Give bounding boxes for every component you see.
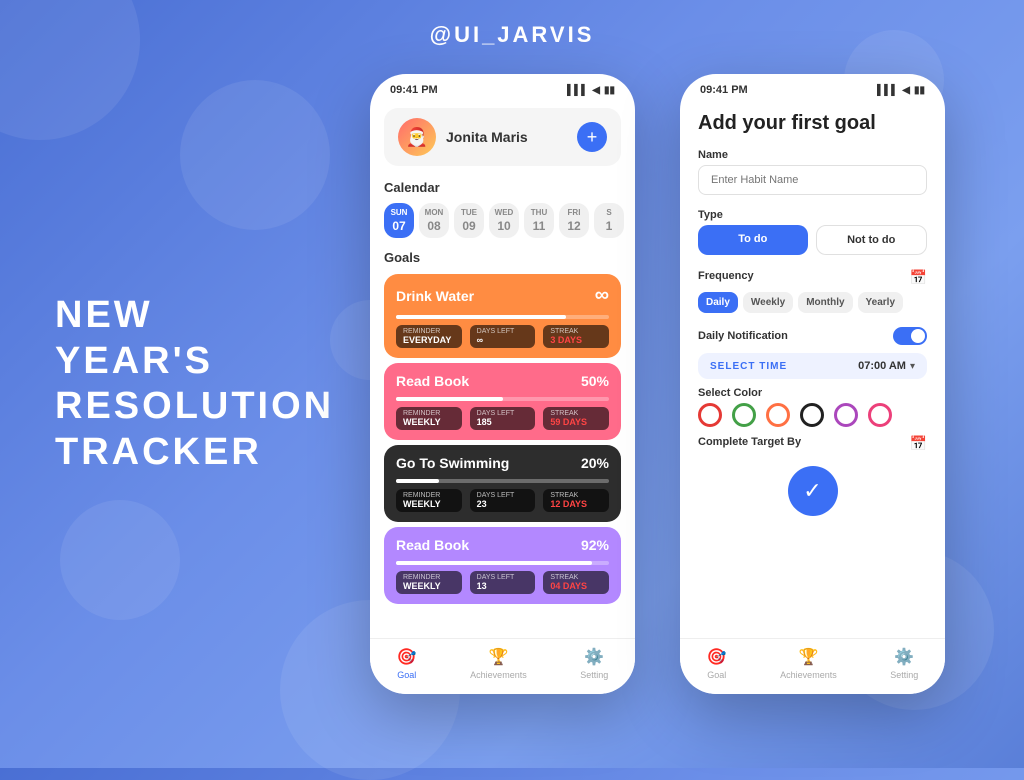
goal-value-0: ∞ <box>595 284 609 307</box>
submit-button[interactable]: ✓ <box>788 466 838 516</box>
color-orange[interactable] <box>766 403 790 427</box>
goal-title-1: Read Book <box>396 373 469 389</box>
status-icons-left: ▌▌▌◀▮▮ <box>567 85 615 96</box>
cal-day-6[interactable]: S 1 <box>594 203 624 238</box>
goal-meta-reminder-0: REMINDER EVERYDAY <box>396 325 462 348</box>
status-bar-left: 09:41 PM ▌▌▌◀▮▮ <box>370 74 635 100</box>
type-section: Type To do Not to do <box>680 205 945 259</box>
color-black[interactable] <box>800 403 824 427</box>
target-section: Complete Target By 📅 <box>680 431 945 456</box>
goal-meta-streak-2: STREAK 12 DAYS <box>543 489 609 512</box>
color-red[interactable] <box>698 403 722 427</box>
name-section: Name <box>680 145 945 199</box>
goal-meta-days-2: DAYS LEFT 23 <box>470 489 536 512</box>
chevron-down-icon: ▾ <box>910 361 915 372</box>
add-goal-button[interactable]: + <box>577 122 607 152</box>
color-pink[interactable] <box>868 403 892 427</box>
goal-value-2: 20% <box>581 455 609 471</box>
target-label: Complete Target By <box>698 436 801 448</box>
time-select-label: SELECT TIME <box>710 361 787 372</box>
type-not-todo-button[interactable]: Not to do <box>816 225 928 255</box>
calendar-icon: 📅 <box>910 269 927 286</box>
freq-yearly[interactable]: Yearly <box>858 292 903 313</box>
goal-title-2: Go To Swimming <box>396 455 509 471</box>
phone-add-goal-screen: 09:41 PM ▌▌▌◀▮▮ Add your first goal Name… <box>680 74 945 694</box>
calendar-label: Calendar <box>370 174 635 199</box>
color-section: Select Color <box>680 383 945 431</box>
goal-card-3[interactable]: Read Book 92% REMINDER WEEKLY DAYS LEFT … <box>384 527 621 604</box>
time-value: 07:00 AM <box>858 360 906 372</box>
nav-setting-left[interactable]: ⚙️ Setting <box>580 647 608 680</box>
bottom-nav-right: 🎯 Goal 🏆 Achievements ⚙️ Setting <box>680 638 945 694</box>
status-time-right: 09:41 PM <box>700 84 748 96</box>
status-time-left: 09:41 PM <box>390 84 438 96</box>
type-todo-button[interactable]: To do <box>698 225 808 255</box>
goal-title-0: Drink Water <box>396 288 474 304</box>
nav-goal-right[interactable]: 🎯 Goal <box>707 647 727 680</box>
goal-meta-days-0: DAYS LEFT ∞ <box>470 325 536 348</box>
color-label: Select Color <box>698 387 927 399</box>
notification-label: Daily Notification <box>698 330 788 342</box>
profile-card: 🎅 Jonita Maris + <box>384 108 621 166</box>
form-title: Add your first goal <box>680 100 945 145</box>
goal-meta-streak-1: STREAK 59 DAYS <box>543 407 609 430</box>
phone-goals-screen: 09:41 PM ▌▌▌◀▮▮ 🎅 Jonita Maris + Calenda… <box>370 74 635 694</box>
calendar-target-icon: 📅 <box>910 435 927 452</box>
goals-label: Goals <box>370 244 635 269</box>
calendar-strip: SUN 07 MON 08 TUE 09 WED 10 THU 11 FRI 1… <box>370 199 635 244</box>
notification-toggle[interactable] <box>893 327 927 345</box>
goal-meta-reminder-3: REMINDER WEEKLY <box>396 571 462 594</box>
cal-day-0[interactable]: SUN 07 <box>384 203 414 238</box>
color-green[interactable] <box>732 403 756 427</box>
status-bar-right: 09:41 PM ▌▌▌◀▮▮ <box>680 74 945 100</box>
cal-day-4[interactable]: THU 11 <box>524 203 554 238</box>
header-title: @UI_JARVIS <box>430 22 595 48</box>
goal-card-1[interactable]: Read Book 50% REMINDER WEEKLY DAYS LEFT … <box>384 363 621 440</box>
nav-goal-left[interactable]: 🎯 Goal <box>397 647 417 680</box>
name-input[interactable] <box>698 165 927 195</box>
cal-day-1[interactable]: MON 08 <box>419 203 449 238</box>
nav-setting-right[interactable]: ⚙️ Setting <box>890 647 918 680</box>
time-select[interactable]: SELECT TIME 07:00 AM ▾ <box>698 353 927 379</box>
nav-achievements-right[interactable]: 🏆 Achievements <box>780 647 837 680</box>
goal-meta-days-3: DAYS LEFT 13 <box>470 571 536 594</box>
goal-card-2[interactable]: Go To Swimming 20% REMINDER WEEKLY DAYS … <box>384 445 621 522</box>
goal-card-0[interactable]: Drink Water ∞ REMINDER EVERYDAY DAYS LEF… <box>384 274 621 358</box>
app-tagline: NEW YEAR'S RESOLUTION TRACKER <box>55 293 334 475</box>
goal-meta-reminder-2: REMINDER WEEKLY <box>396 489 462 512</box>
bottom-nav-left: 🎯 Goal 🏆 Achievements ⚙️ Setting <box>370 638 635 694</box>
goal-value-1: 50% <box>581 373 609 389</box>
cal-day-3[interactable]: WED 10 <box>489 203 519 238</box>
goal-value-3: 92% <box>581 537 609 553</box>
type-label: Type <box>698 209 927 221</box>
goal-meta-reminder-1: REMINDER WEEKLY <box>396 407 462 430</box>
profile-name: Jonita Maris <box>446 129 577 145</box>
goal-meta-streak-0: STREAK 3 DAYS <box>543 325 609 348</box>
cal-day-5[interactable]: FRI 12 <box>559 203 589 238</box>
freq-daily[interactable]: Daily <box>698 292 738 313</box>
frequency-section: Frequency 📅 Daily Weekly Monthly Yearly <box>680 265 945 317</box>
avatar: 🎅 <box>398 118 436 156</box>
name-label: Name <box>698 149 927 161</box>
goal-meta-streak-3: STREAK 04 DAYS <box>543 571 609 594</box>
frequency-label: Frequency <box>698 270 754 282</box>
freq-monthly[interactable]: Monthly <box>798 292 852 313</box>
goal-title-3: Read Book <box>396 537 469 553</box>
status-icons-right: ▌▌▌◀▮▮ <box>877 85 925 96</box>
goal-meta-days-1: DAYS LEFT 185 <box>470 407 536 430</box>
notification-section: Daily Notification <box>680 323 945 349</box>
color-purple[interactable] <box>834 403 858 427</box>
nav-achievements-left[interactable]: 🏆 Achievements <box>470 647 527 680</box>
checkmark-icon: ✓ <box>803 478 821 504</box>
cal-day-2[interactable]: TUE 09 <box>454 203 484 238</box>
freq-weekly[interactable]: Weekly <box>743 292 793 313</box>
